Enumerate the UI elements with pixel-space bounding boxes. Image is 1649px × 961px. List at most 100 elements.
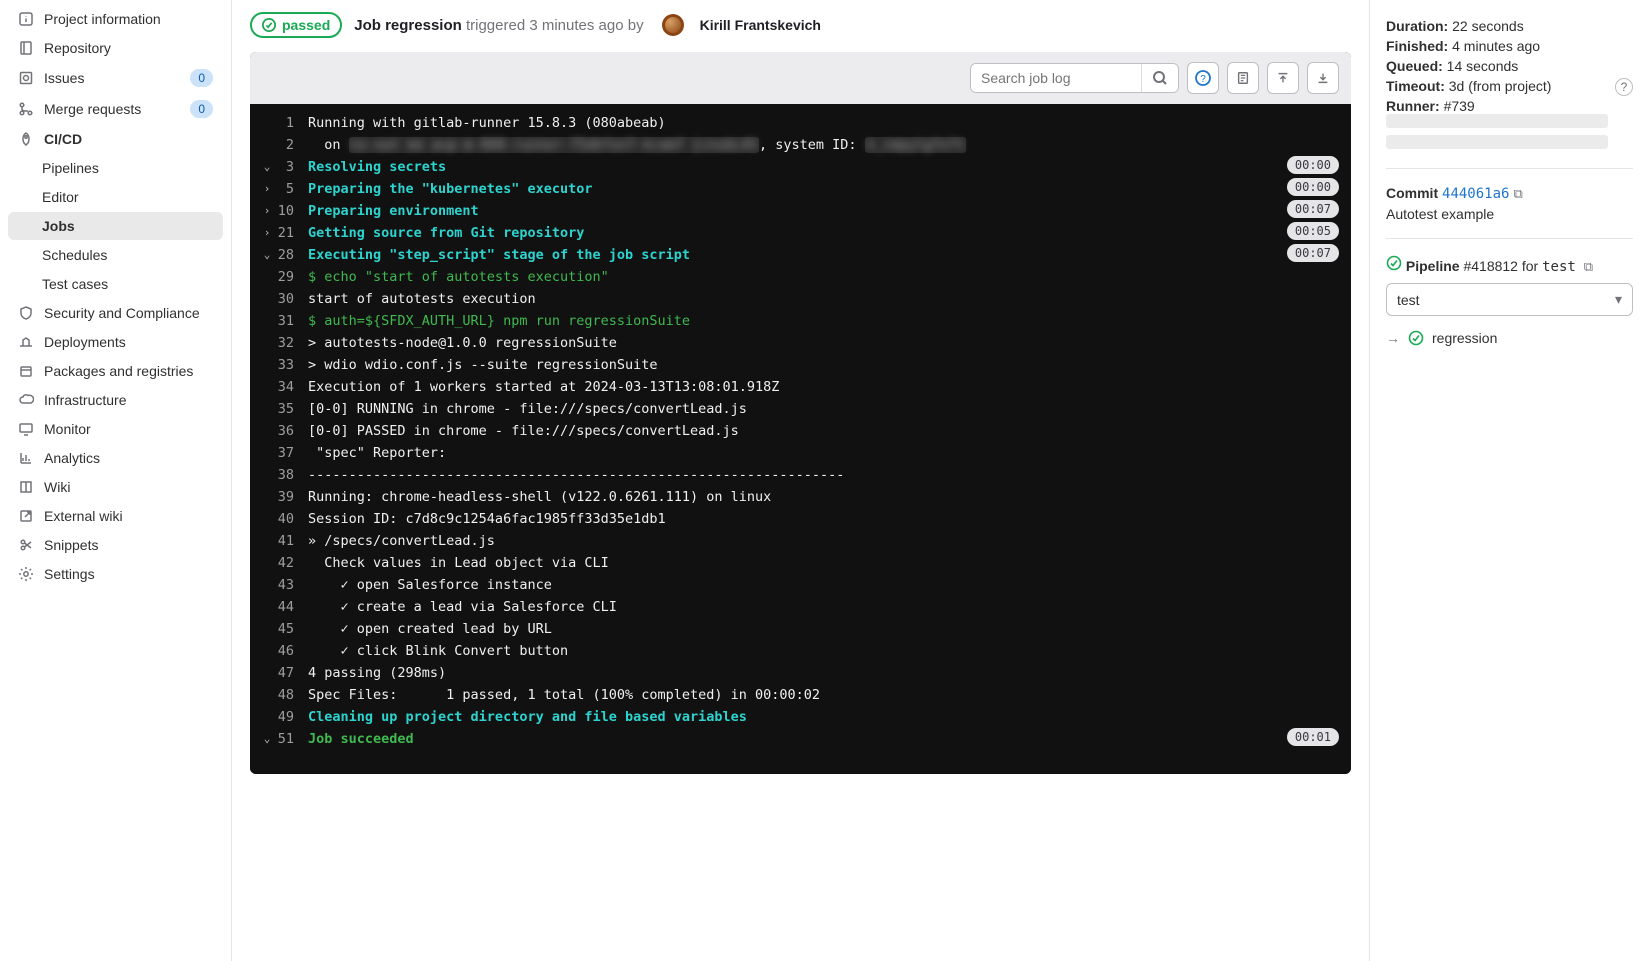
sidebar-item-monitor[interactable]: Monitor (8, 415, 223, 443)
line-number[interactable]: 30 (274, 288, 308, 310)
count-badge: 0 (190, 100, 213, 118)
line-number[interactable]: 32 (274, 332, 308, 354)
line-number[interactable]: 37 (274, 442, 308, 464)
rocket-icon (18, 131, 34, 147)
info-icon (18, 11, 34, 27)
sidebar-item-label: Snippets (44, 537, 98, 553)
log-line: 45 ✓ open created lead by URL (250, 618, 1351, 640)
line-number[interactable]: 43 (274, 574, 308, 596)
line-text: Execution of 1 workers started at 2024-0… (308, 376, 1341, 398)
copy-branch-icon[interactable]: ⧉ (1584, 259, 1593, 274)
sidebar-subitem-jobs[interactable]: Jobs (8, 212, 223, 240)
timeout-help-icon[interactable]: ? (1615, 78, 1633, 96)
fold-toggle[interactable]: › (260, 222, 274, 244)
sidebar-item-security-and-compliance[interactable]: Security and Compliance (8, 299, 223, 327)
line-number[interactable]: 1 (274, 112, 308, 134)
sidebar-item-label: Security and Compliance (44, 305, 200, 321)
line-number[interactable]: 46 (274, 640, 308, 662)
line-text: "spec" Reporter: (308, 442, 1341, 464)
copy-sha-icon[interactable]: ⧉ (1513, 186, 1522, 201)
line-number[interactable]: 21 (274, 222, 308, 244)
line-number[interactable]: 36 (274, 420, 308, 442)
sidebar-item-wiki[interactable]: Wiki (8, 473, 223, 501)
line-number[interactable]: 5 (274, 178, 308, 200)
timeout-value: 3d (from project) (1449, 78, 1552, 94)
line-number[interactable]: 34 (274, 376, 308, 398)
line-number[interactable]: 38 (274, 464, 308, 486)
scroll-bottom-button[interactable] (1307, 62, 1339, 94)
sidebar-item-external-wiki[interactable]: External wiki (8, 502, 223, 530)
sidebar-item-settings[interactable]: Settings (8, 560, 223, 588)
pipeline-row: Pipeline #418812 for test ⧉ (1386, 255, 1633, 275)
download-raw-button[interactable] (1227, 62, 1259, 94)
line-text: $ auth=${SFDX_AUTH_URL} npm run regressi… (308, 310, 1341, 332)
sidebar-item-snippets[interactable]: Snippets (8, 531, 223, 559)
line-number[interactable]: 39 (274, 486, 308, 508)
status-text: passed (282, 17, 330, 33)
book-icon (18, 479, 34, 495)
line-number[interactable]: 29 (274, 266, 308, 288)
line-number[interactable]: 2 (274, 134, 308, 156)
line-number[interactable]: 51 (274, 728, 308, 750)
line-number[interactable]: 41 (274, 530, 308, 552)
sidebar-item-packages-and-registries[interactable]: Packages and registries (8, 357, 223, 385)
sidebar-subitem-pipelines[interactable]: Pipelines (8, 154, 223, 182)
fold-toggle[interactable]: ⌄ (260, 156, 274, 178)
search-input[interactable] (971, 64, 1141, 92)
line-number[interactable]: 31 (274, 310, 308, 332)
fold-toggle[interactable]: ⌄ (260, 244, 274, 266)
sidebar-subitem-test-cases[interactable]: Test cases (8, 270, 223, 298)
line-number[interactable]: 40 (274, 508, 308, 530)
line-text: » /specs/convertLead.js (308, 530, 1341, 552)
sidebar-item-label: Infrastructure (44, 392, 126, 408)
log-line: ⌄51Job succeeded00:01 (250, 728, 1351, 750)
line-number[interactable]: 3 (274, 156, 308, 178)
commit-sha[interactable]: 444061a6 (1442, 186, 1509, 202)
line-number[interactable]: 47 (274, 662, 308, 684)
sidebar-item-infrastructure[interactable]: Infrastructure (8, 386, 223, 414)
search-button[interactable] (1141, 64, 1178, 92)
runner-label: Runner: (1386, 98, 1440, 114)
log-line: ›10Preparing environment00:07 (250, 200, 1351, 222)
log-line: 48Spec Files: 1 passed, 1 total (100% co… (250, 684, 1351, 706)
arrow-right-icon: → (1386, 330, 1400, 346)
log-line: ›21Getting source from Git repository00:… (250, 222, 1351, 244)
search-box (970, 63, 1179, 93)
line-number[interactable]: 45 (274, 618, 308, 640)
avatar[interactable] (662, 14, 684, 36)
sidebar-item-ci-cd[interactable]: CI/CD (8, 125, 223, 153)
line-number[interactable]: 42 (274, 552, 308, 574)
log-line: 31$ auth=${SFDX_AUTH_URL} npm run regres… (250, 310, 1351, 332)
sidebar-item-label: Schedules (42, 247, 107, 263)
line-number[interactable]: 49 (274, 706, 308, 728)
line-number[interactable]: 48 (274, 684, 308, 706)
help-button[interactable]: ? (1187, 62, 1219, 94)
sidebar-item-project-information[interactable]: Project information (8, 5, 223, 33)
stage-select[interactable]: test ▾ (1386, 283, 1633, 316)
related-job[interactable]: → regression (1386, 330, 1633, 346)
sidebar-item-issues[interactable]: Issues0 (8, 63, 223, 93)
line-number[interactable]: 33 (274, 354, 308, 376)
sidebar-item-label: Editor (42, 189, 79, 205)
pipeline-branch[interactable]: test (1542, 259, 1576, 275)
sidebar-subitem-schedules[interactable]: Schedules (8, 241, 223, 269)
line-number[interactable]: 35 (274, 398, 308, 420)
sidebar-subitem-editor[interactable]: Editor (8, 183, 223, 211)
status-badge[interactable]: passed (250, 12, 342, 38)
line-number[interactable]: 10 (274, 200, 308, 222)
pipeline-number[interactable]: #418812 (1463, 258, 1518, 274)
line-text: Running: chrome-headless-shell (v122.0.6… (308, 486, 1341, 508)
line-number[interactable]: 44 (274, 596, 308, 618)
scroll-top-button[interactable] (1267, 62, 1299, 94)
log-line: 43 ✓ open Salesforce instance (250, 574, 1351, 596)
sidebar-item-merge-requests[interactable]: Merge requests0 (8, 94, 223, 124)
fold-toggle[interactable]: › (260, 200, 274, 222)
sidebar-item-analytics[interactable]: Analytics (8, 444, 223, 472)
line-number[interactable]: 28 (274, 244, 308, 266)
user-name[interactable]: Kirill Frantskevich (700, 17, 821, 33)
line-text: Preparing environment (308, 200, 1341, 222)
sidebar-item-repository[interactable]: Repository (8, 34, 223, 62)
sidebar-item-deployments[interactable]: Deployments (8, 328, 223, 356)
fold-toggle[interactable]: ⌄ (260, 728, 274, 750)
fold-toggle[interactable]: › (260, 178, 274, 200)
